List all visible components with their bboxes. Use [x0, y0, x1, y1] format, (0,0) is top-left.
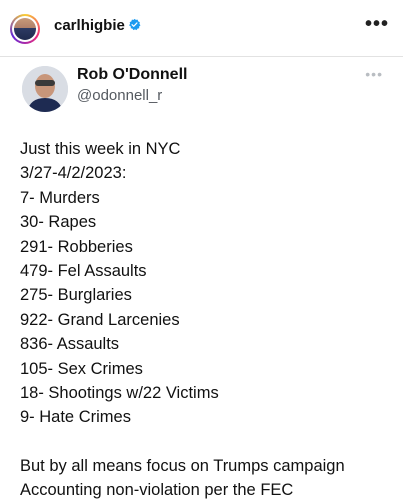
profile-avatar[interactable]	[10, 14, 40, 44]
tweet-text-line: 30- Rapes	[20, 213, 97, 232]
verified-badge-icon	[129, 18, 141, 31]
tweet-text: Just this week in NYC 3/27-4/2/2023: 7- …	[20, 137, 395, 503]
tweet-text-line: Just this week in NYC	[20, 140, 181, 158]
tweet-more-icon: •••	[365, 66, 383, 82]
tweet-author-name: Rob O'Donnell	[77, 66, 188, 83]
tweet-avatar	[22, 66, 68, 112]
profile-username[interactable]: carlhigbie	[54, 17, 125, 34]
tweet-text-line: 105- Sex Crimes	[20, 359, 143, 378]
tweet-text-line: 922- Grand Larcenies	[20, 310, 180, 329]
tweet-text-line: Accounting non-violation per the FEC	[20, 481, 294, 500]
post-header: carlhigbie •••	[0, 0, 403, 57]
tweet-text-line: 275- Burglaries	[20, 286, 132, 305]
tweet-text-line: 9- Hate Crimes	[20, 408, 131, 427]
tweet-text-line: 479- Fel Assaults	[20, 261, 147, 280]
tweet-text-line: 836- Assaults	[20, 335, 120, 354]
tweet-author-handle: @odonnell_r	[77, 87, 163, 104]
tweet-text-line: 18- Shootings w/22 Victims	[20, 383, 219, 402]
tweet-text-line: 7- Murders	[20, 188, 100, 207]
tweet-text-line: 3/27-4/2/2023:	[20, 164, 127, 183]
more-options-icon[interactable]: •••	[365, 13, 389, 36]
tweet-text-line: But by all means focus on Trumps campaig…	[20, 457, 345, 476]
tweet-text-line: 291- Robberies	[20, 237, 133, 256]
